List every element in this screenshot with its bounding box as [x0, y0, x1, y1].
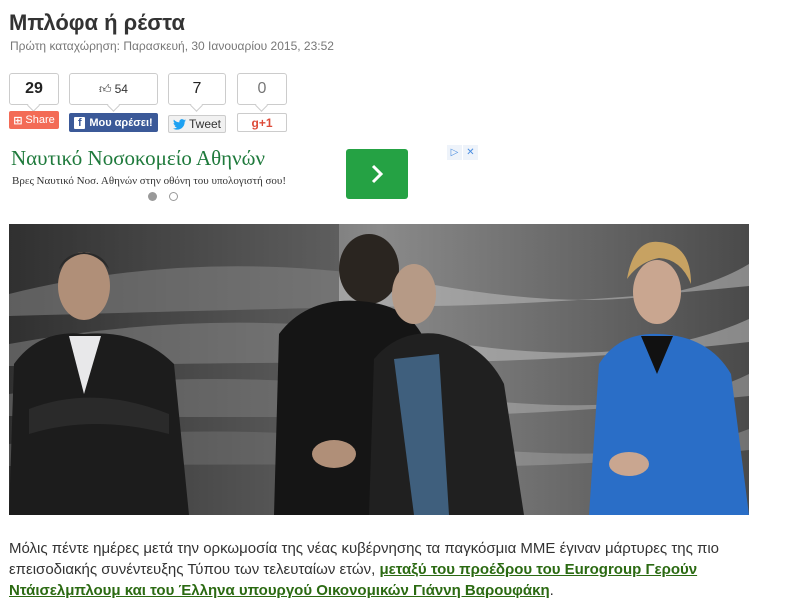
- chevron-right-icon: [371, 164, 384, 184]
- gplus-count: 0: [257, 80, 267, 97]
- article-title: Μπλόφα ή ρέστα: [9, 10, 185, 35]
- google-plus-icon: g: [251, 115, 259, 130]
- tweet-label: Tweet: [188, 117, 221, 131]
- article-photo-illustration: [9, 224, 749, 515]
- advertisement[interactable]: Ναυτικό Νοσοκομείο Αθηνών Βρες Ναυτικό Ν…: [9, 143, 479, 209]
- plus-icon: ⊞: [13, 114, 23, 127]
- ad-description: Βρες Ναυτικό Νοσ. Αθηνών στην οθόνη του …: [12, 175, 287, 187]
- like-count: 54: [114, 82, 128, 96]
- article-paragraph: Μόλις πέντε ημέρες μετά την ορκωμοσία τη…: [9, 538, 771, 601]
- google-plus-label: +1: [258, 115, 273, 130]
- thumbs-up-icon: 👍︎: [99, 81, 112, 96]
- carousel-dot-active[interactable]: [148, 192, 157, 201]
- tweet-count-box: 7: [168, 73, 226, 105]
- publication-date: Πρώτη καταχώρηση: Παρασκευή, 30 Ιανουαρί…: [10, 39, 334, 53]
- carousel-dot[interactable]: [169, 192, 178, 201]
- gplus-count-box: 0: [237, 73, 287, 105]
- ad-title[interactable]: Ναυτικό Νοσοκομείο Αθηνών: [11, 146, 265, 171]
- ad-choices-badge[interactable]: ▷ ✕: [447, 145, 479, 160]
- ad-open-button[interactable]: [346, 149, 408, 199]
- like-count-box: 👍︎ 54: [69, 73, 158, 105]
- facebook-like-button[interactable]: f Μου αρέσει!: [69, 113, 158, 132]
- share-button[interactable]: ⊞ Share: [9, 111, 59, 129]
- tweet-count: 7: [192, 80, 202, 97]
- share-button-label: Share: [25, 114, 55, 126]
- share-count-box: 29: [9, 73, 59, 105]
- article-photo: [9, 224, 749, 515]
- share-count: 29: [25, 80, 43, 97]
- facebook-like-label: Μου αρέσει!: [89, 116, 153, 129]
- twitter-bird-icon: [172, 118, 186, 130]
- google-plus-button[interactable]: g +1: [237, 113, 287, 132]
- close-icon[interactable]: ✕: [463, 145, 478, 160]
- tweet-button[interactable]: Tweet: [168, 115, 226, 133]
- adchoices-icon[interactable]: ▷: [447, 145, 462, 160]
- facebook-icon: f: [74, 116, 86, 129]
- paragraph-text-end: .: [549, 582, 554, 599]
